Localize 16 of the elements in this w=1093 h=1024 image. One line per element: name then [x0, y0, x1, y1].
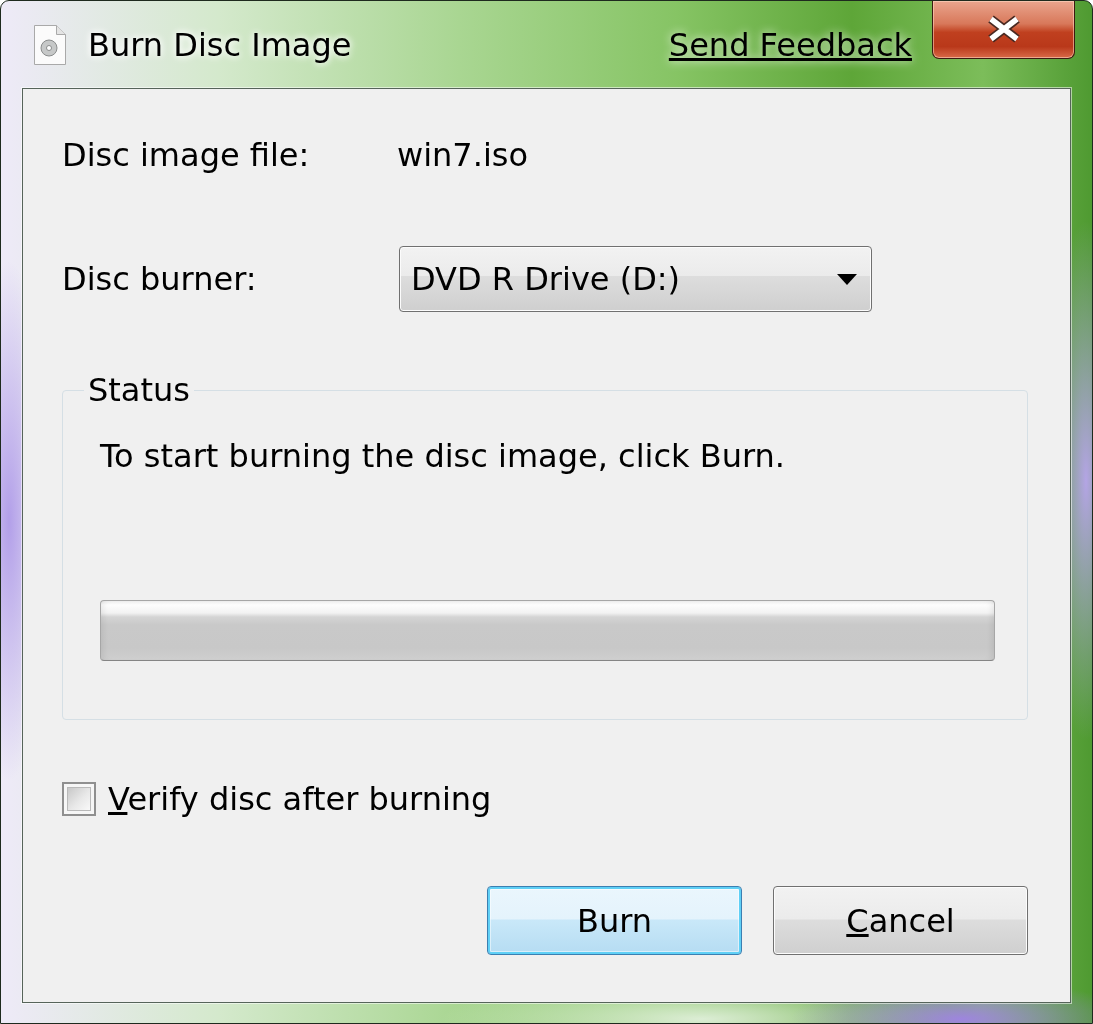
dialog-button[interactable]: Cancel [773, 886, 1028, 955]
close-button[interactable] [932, 1, 1075, 59]
field-label: Disc image file: [62, 135, 311, 175]
group-title: Status [87, 370, 191, 410]
caret-icon [837, 273, 857, 285]
field-label: Disc burner: [62, 259, 258, 299]
field-value: win7.iso [397, 135, 528, 175]
status-message: To start burning the disc image, click Burn. [100, 436, 786, 476]
feedback-link[interactable]: Send Feedback [668, 24, 912, 65]
checkbox-label[interactable]: Verify disc after burning [108, 782, 492, 816]
window-title: Burn Disc Image [88, 24, 352, 65]
verify-checkbox[interactable] [62, 782, 96, 816]
drive-dropdown[interactable]: DVD R Drive (D:) [399, 246, 872, 312]
disc-file-icon [32, 24, 68, 65]
dialog-button[interactable]: Burn [487, 886, 742, 955]
close-icon [985, 14, 1022, 43]
